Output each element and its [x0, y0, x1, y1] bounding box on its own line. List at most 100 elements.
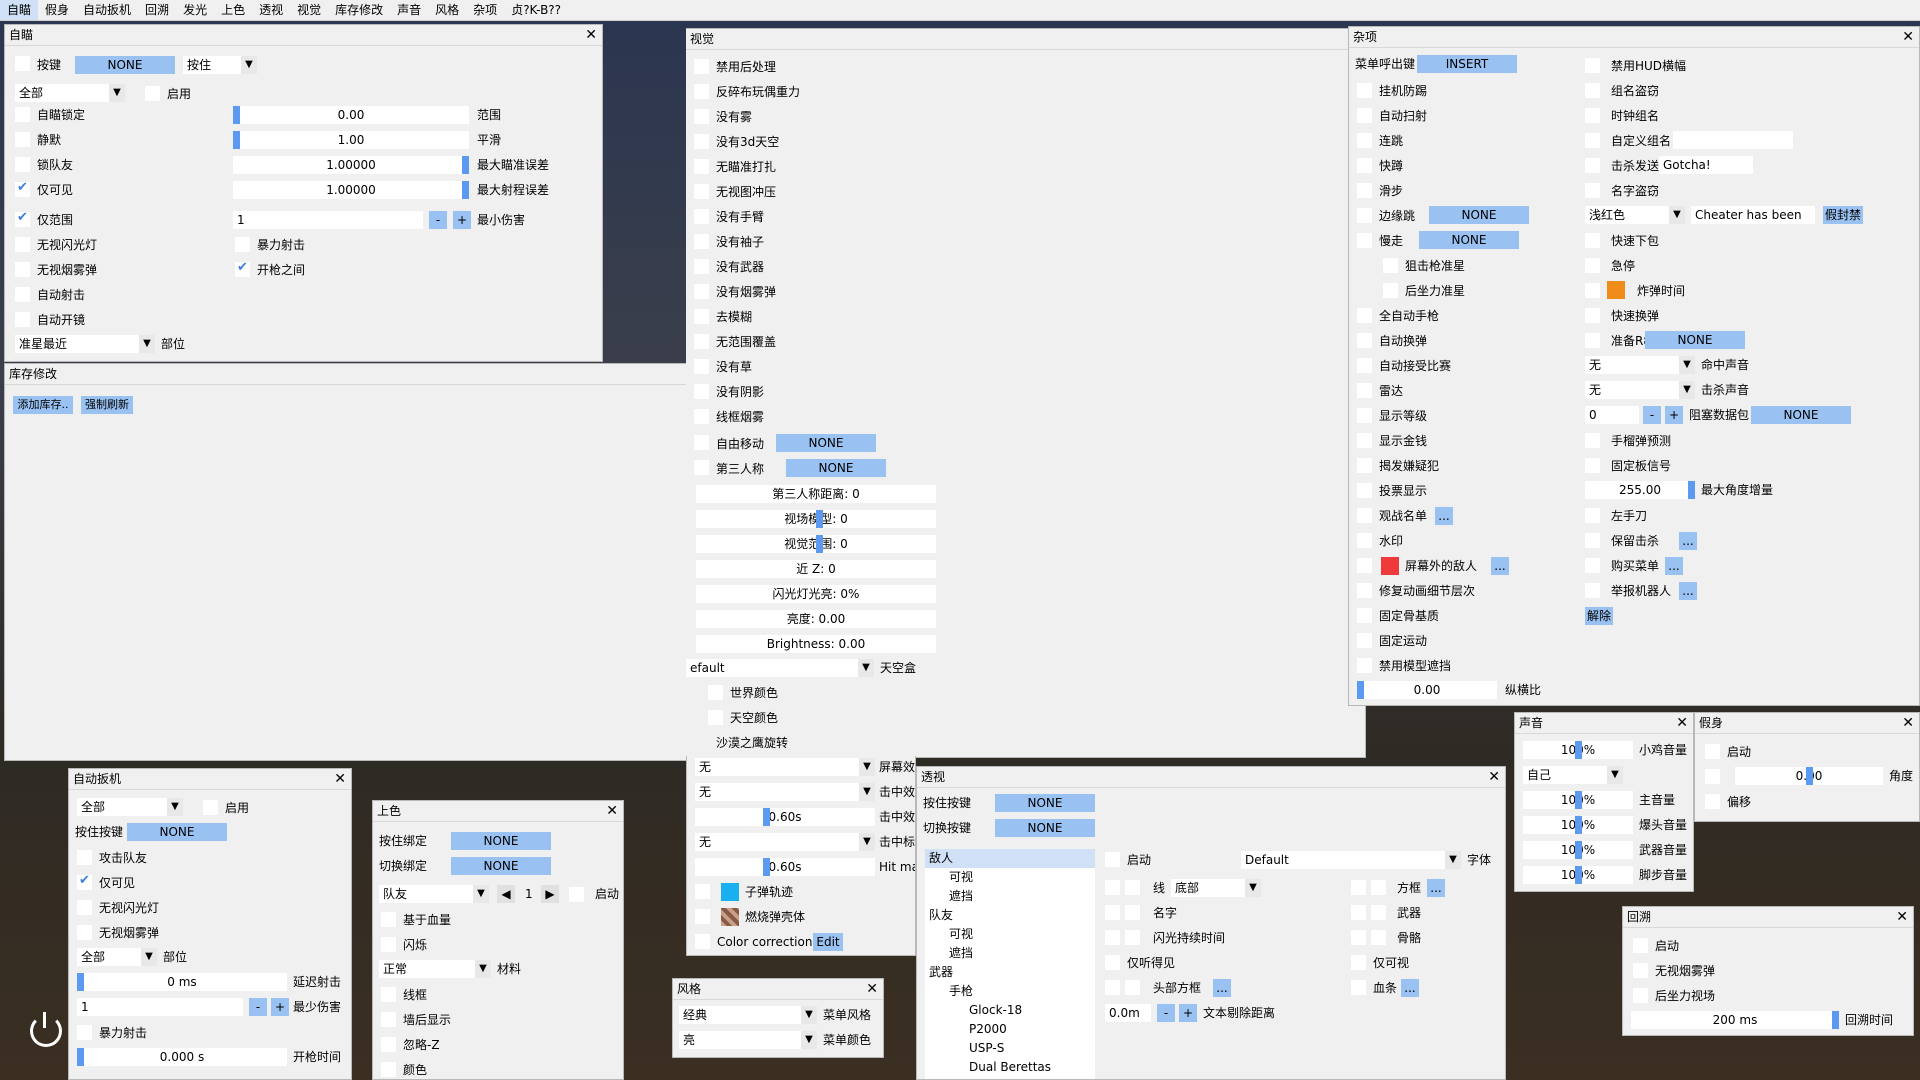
esp-category-tree[interactable]: 敌人 可视 遮挡 队友 可视 遮挡 武器 手枪 Glock-18 P2000 USP-S Dual B…: [925, 849, 1095, 1079]
misc-option-checkbox[interactable]: [1357, 83, 1372, 98]
hit-sound-select[interactable]: 无 ▼: [1585, 356, 1695, 374]
misc-option-checkbox[interactable]: [1357, 583, 1372, 598]
font-select[interactable]: Default ▼: [1241, 851, 1461, 869]
spectators-more-button[interactable]: ...: [1435, 507, 1453, 525]
slider-knob[interactable]: [816, 535, 823, 553]
report-bot-more-button[interactable]: ...: [1679, 582, 1697, 600]
misc-option-checkbox[interactable]: [1585, 258, 1600, 273]
chevron-down-icon[interactable]: ▼: [141, 948, 157, 966]
menu-item[interactable]: 上色: [214, 0, 252, 20]
window-title[interactable]: 杂项 ✕: [1349, 27, 1919, 48]
attack-team-checkbox[interactable]: [77, 850, 92, 865]
thirdperson-checkbox[interactable]: [694, 460, 709, 475]
slider-knob[interactable]: [462, 181, 469, 199]
chevron-down-icon[interactable]: ▼: [1669, 206, 1685, 224]
visual-option-checkbox[interactable]: [694, 359, 709, 374]
misc-option-checkbox[interactable]: [1585, 583, 1600, 598]
skeleton-color-checkbox[interactable]: [1371, 930, 1386, 945]
visual-slider[interactable]: 闪光灯光亮: 0%: [696, 585, 936, 603]
ban-text-field[interactable]: Cheater has been perr: [1691, 206, 1815, 224]
slider-knob[interactable]: [1575, 816, 1582, 834]
menu-style-select[interactable]: 经典 ▼: [679, 1006, 817, 1024]
health-based-checkbox[interactable]: [381, 912, 396, 927]
head-box-color-checkbox[interactable]: [1125, 980, 1140, 995]
enabled-checkbox[interactable]: [1705, 744, 1720, 759]
edge-jump-key-button[interactable]: NONE: [1429, 206, 1529, 224]
tree-item[interactable]: 敌人: [925, 849, 1095, 868]
tree-item[interactable]: 队友: [925, 906, 1095, 925]
close-icon[interactable]: ✕: [1488, 767, 1500, 787]
offscreen-more-button[interactable]: ...: [1491, 557, 1509, 575]
misc-option-checkbox[interactable]: [1585, 58, 1600, 73]
recoil-crosshair-checkbox[interactable]: [1383, 283, 1398, 298]
aimbot-option-checkbox[interactable]: [15, 180, 30, 197]
offset-checkbox[interactable]: [1705, 794, 1720, 809]
no-flash-checkbox[interactable]: [15, 237, 30, 252]
fake-ban-button[interactable]: 假封禁: [1823, 206, 1863, 224]
blink-checkbox[interactable]: [381, 937, 396, 952]
misc-option-checkbox[interactable]: [1357, 433, 1372, 448]
slider-knob[interactable]: [816, 510, 823, 528]
enabled-checkbox[interactable]: [1633, 938, 1648, 953]
misc-option-checkbox[interactable]: [1585, 458, 1600, 473]
close-icon[interactable]: ✕: [1902, 27, 1914, 47]
misc-option-checkbox[interactable]: [1357, 533, 1372, 548]
slider-knob[interactable]: [1575, 791, 1582, 809]
aimbot-option-slider[interactable]: 1.00000: [233, 181, 469, 199]
team-select[interactable]: 队友 ▼: [379, 885, 489, 903]
volume-slider[interactable]: 100%: [1523, 841, 1633, 859]
r8-key-button[interactable]: NONE: [1645, 331, 1745, 349]
window-title[interactable]: 风格 ✕: [673, 979, 883, 1000]
aimbot-option-checkbox[interactable]: [15, 107, 30, 122]
misc-option-checkbox[interactable]: [1357, 133, 1372, 148]
menu-item[interactable]: 自动扳机: [76, 0, 138, 20]
tree-item[interactable]: 可视: [925, 868, 1095, 887]
visual-option-checkbox[interactable]: [694, 309, 709, 324]
misc-option-checkbox[interactable]: [1357, 233, 1372, 248]
color-checkbox[interactable]: [381, 1062, 396, 1077]
chevron-down-icon[interactable]: ▼: [167, 798, 183, 816]
menu-item[interactable]: 假身: [38, 0, 76, 20]
visual-slider[interactable]: 视场模型: 0: [696, 510, 936, 528]
misc-option-checkbox[interactable]: [1585, 508, 1600, 523]
hold-key-button[interactable]: NONE: [995, 794, 1095, 812]
distance-field[interactable]: 0.0m: [1105, 1004, 1151, 1022]
close-icon[interactable]: ✕: [1902, 713, 1914, 733]
bullet-tracer-checkbox[interactable]: [695, 884, 710, 899]
power-icon[interactable]: [30, 1012, 62, 1047]
kill-say-field[interactable]: Gotcha!: [1659, 156, 1753, 174]
visual-option-checkbox[interactable]: [694, 184, 709, 199]
chevron-down-icon[interactable]: ▼: [139, 335, 155, 353]
misc-option-checkbox[interactable]: [1357, 408, 1372, 423]
slider-knob[interactable]: [1357, 681, 1364, 699]
volume-slider[interactable]: 100%: [1523, 791, 1633, 809]
no-smoke-checkbox[interactable]: [77, 925, 92, 940]
custom-clantag-field[interactable]: [1673, 131, 1793, 149]
chevron-down-icon[interactable]: ▼: [859, 758, 875, 776]
visual-option-checkbox[interactable]: [694, 109, 709, 124]
chevron-down-icon[interactable]: ▼: [801, 1006, 817, 1024]
window-title[interactable]: 声音 ✕: [1515, 713, 1693, 734]
behind-wall-checkbox[interactable]: [381, 1012, 396, 1027]
slider-knob[interactable]: [763, 858, 770, 876]
health-bar-more-button[interactable]: ...: [1401, 979, 1419, 997]
chevron-down-icon[interactable]: ▼: [1445, 851, 1461, 869]
flash-duration-color-checkbox[interactable]: [1125, 930, 1140, 945]
bone-select[interactable]: 准星最近 ▼: [15, 335, 155, 353]
misc-option-checkbox[interactable]: [1585, 533, 1600, 548]
chevron-down-icon[interactable]: ▼: [1607, 766, 1623, 784]
aspect-ratio-slider[interactable]: 0.00: [1357, 681, 1497, 699]
misc-option-checkbox[interactable]: [1357, 458, 1372, 473]
misc-option-checkbox[interactable]: [1357, 558, 1372, 573]
toggle-key-button[interactable]: NONE: [451, 857, 551, 875]
min-damage-field[interactable]: 1: [233, 211, 423, 229]
no-flash-checkbox[interactable]: [77, 900, 92, 915]
hit-marker-time-slider[interactable]: 0.60s: [695, 858, 875, 876]
volume-slider[interactable]: 100%: [1523, 866, 1633, 884]
chevron-down-icon[interactable]: ▼: [859, 783, 875, 801]
misc-option-checkbox[interactable]: [1585, 333, 1600, 348]
menu-item[interactable]: 贞?K-B??: [504, 0, 568, 20]
aimbot-option-checkbox[interactable]: [15, 132, 30, 147]
ignore-smoke-checkbox[interactable]: [1633, 963, 1648, 978]
misc-option-checkbox[interactable]: [1585, 283, 1600, 298]
